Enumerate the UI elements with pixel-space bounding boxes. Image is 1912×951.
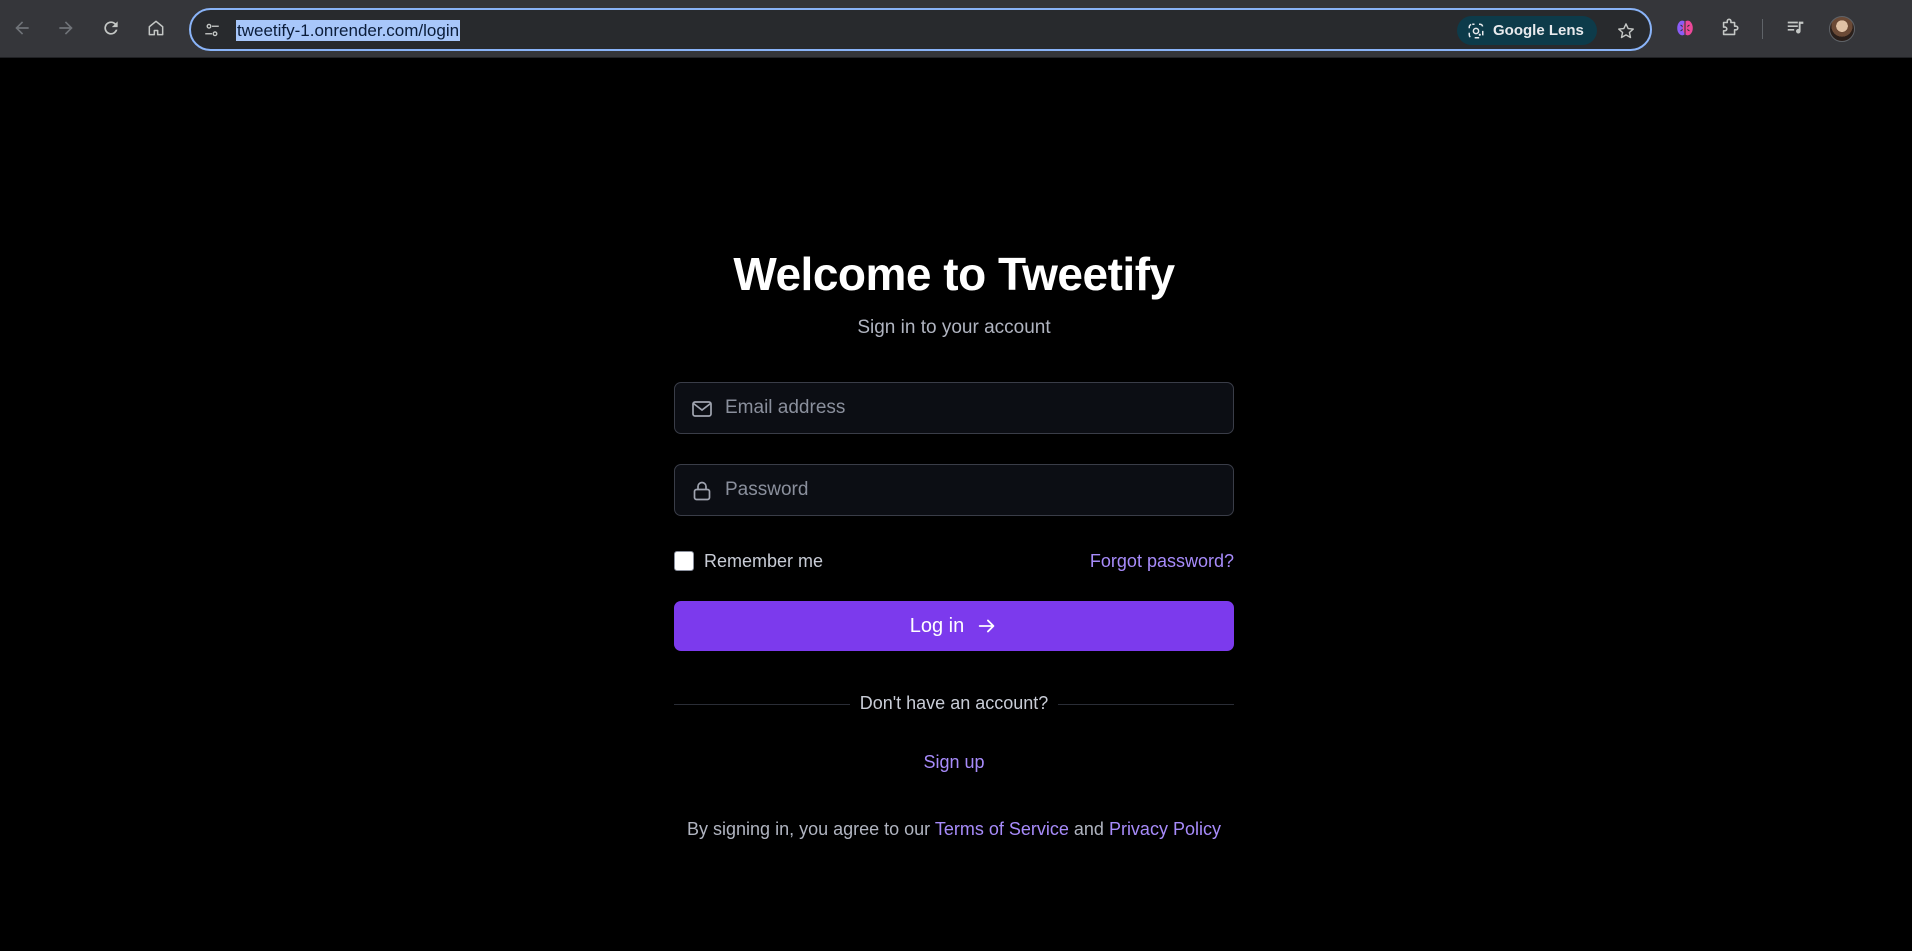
puzzle-icon: [1722, 18, 1739, 36]
media-queue-button[interactable]: [1781, 13, 1811, 43]
home-button[interactable]: [140, 12, 172, 44]
lens-icon: [1468, 23, 1484, 38]
terms-of-service-link[interactable]: Terms of Service: [935, 819, 1069, 839]
address-bar[interactable]: tweetify-1.onrender.com/login Google Len…: [189, 8, 1652, 51]
ai-extension-button[interactable]: [1670, 13, 1700, 43]
email-field[interactable]: [674, 382, 1234, 434]
login-button-label: Log in: [909, 614, 965, 637]
reload-icon: [104, 21, 118, 35]
remember-me-label: Remember me: [704, 550, 824, 571]
remember-me-checkbox[interactable]: [674, 551, 694, 571]
forward-button[interactable]: [50, 12, 82, 44]
page-subtitle: Sign in to your account: [857, 317, 1051, 338]
forgot-password-link[interactable]: Forgot password?: [1090, 549, 1234, 573]
brain-icon: [1677, 20, 1693, 36]
media-queue-icon: [1787, 21, 1804, 34]
home-icon: [148, 20, 164, 36]
signup-container: Sign up: [674, 752, 1234, 773]
page-title: Welcome to Tweetify: [733, 248, 1175, 300]
signup-link[interactable]: Sign up: [923, 752, 984, 772]
tune-icon: [205, 23, 219, 37]
remember-me[interactable]: Remember me: [674, 549, 823, 573]
terms-prefix: By signing in, you agree to our: [687, 819, 935, 839]
arrow-left-icon: [15, 21, 29, 35]
star-icon: [1618, 23, 1634, 39]
toolbar-separator: [1762, 19, 1763, 39]
mail-icon: [689, 396, 715, 422]
google-lens-label: Google Lens: [1493, 22, 1584, 39]
reload-button[interactable]: [95, 12, 127, 44]
avatar[interactable]: [1829, 16, 1855, 42]
signup-prompt-text: Don't have an account?: [849, 693, 1059, 713]
site-info-button[interactable]: [199, 17, 225, 43]
extensions-button[interactable]: [1715, 13, 1745, 43]
arrow-right-icon: [979, 619, 995, 633]
browser-toolbar: tweetify-1.onrender.com/login Google Len…: [0, 0, 1912, 58]
back-button[interactable]: [6, 12, 38, 44]
privacy-policy-link[interactable]: Privacy Policy: [1109, 819, 1221, 839]
password-field[interactable]: [674, 464, 1234, 516]
terms-and: and: [1068, 819, 1109, 839]
email-input[interactable]: [725, 383, 1225, 433]
login-page: Welcome to Tweetify Sign in to your acco…: [0, 59, 1912, 951]
password-input[interactable]: [725, 465, 1225, 515]
arrow-right-icon: [59, 21, 73, 35]
bookmark-button[interactable]: [1611, 16, 1641, 46]
signup-prompt: Don't have an account?: [674, 693, 1234, 714]
login-button[interactable]: Log in: [674, 601, 1234, 651]
google-lens-button[interactable]: Google Lens: [1457, 16, 1597, 45]
terms-notice: By signing in, you agree to our Terms of…: [674, 819, 1234, 840]
url-text[interactable]: tweetify-1.onrender.com/login: [236, 20, 461, 41]
lock-icon: [689, 478, 715, 504]
